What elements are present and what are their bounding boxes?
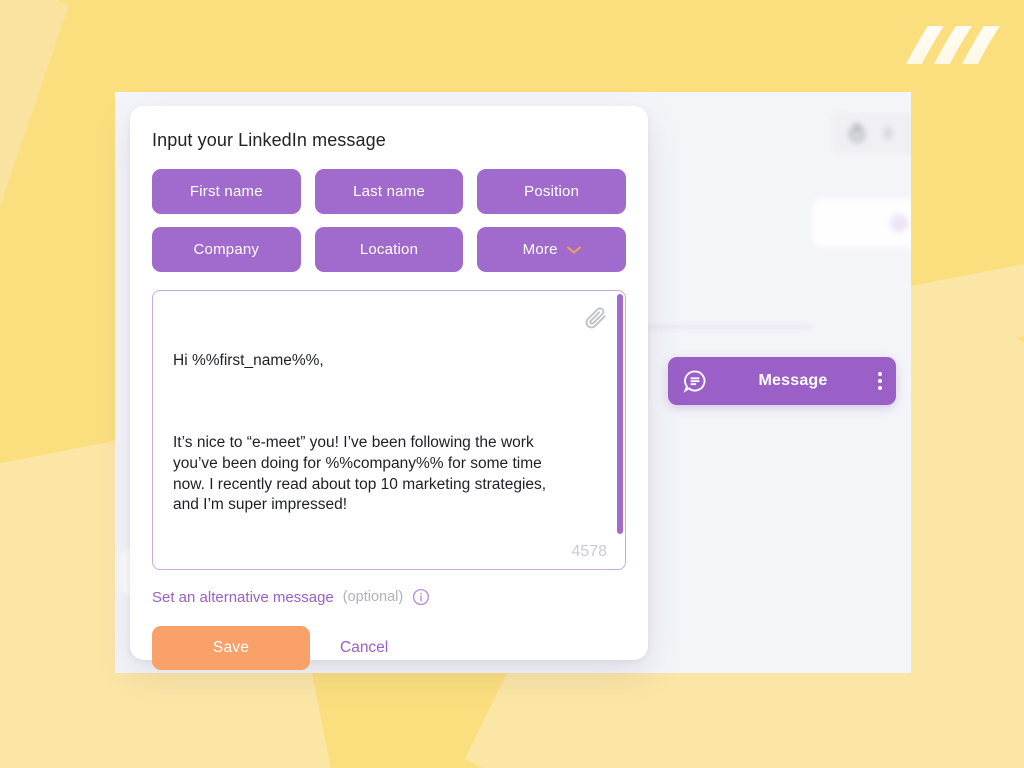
flow-node-message-label: Message <box>758 372 828 389</box>
variable-button-more[interactable]: More <box>477 227 626 272</box>
chevron-down-icon <box>566 246 581 253</box>
background-swoosh-left-outer <box>0 0 65 768</box>
info-icon[interactable] <box>412 588 430 606</box>
kebab-menu-icon[interactable] <box>878 372 882 390</box>
modal-footer: Save Cancel <box>152 626 626 670</box>
variable-button-last-name[interactable]: Last name <box>314 169 464 214</box>
flow-node-message[interactable]: Message <box>668 357 896 405</box>
eye-check-icon <box>891 215 907 231</box>
optional-label: (optional) <box>342 589 404 605</box>
variable-button-label: Last name <box>353 183 425 200</box>
flow-toolbar-timer-value: 3 <box>883 124 892 142</box>
cancel-button[interactable]: Cancel <box>336 633 392 663</box>
variable-button-company[interactable]: Company <box>152 227 301 272</box>
stopwatch-icon <box>849 124 865 142</box>
message-icon <box>683 370 706 393</box>
dripify-logo <box>906 26 1000 64</box>
message-textarea[interactable]: Hi %%first_name%%, It’s nice to “e-meet”… <box>153 291 625 569</box>
save-button[interactable]: Save <box>152 626 310 670</box>
set-alternative-message-link[interactable]: Set an alternative message <box>152 589 334 606</box>
variable-button-location[interactable]: Location <box>314 227 464 272</box>
variable-button-label: More <box>522 241 558 258</box>
message-paragraph: It’s nice to “e-meet” you! I’ve been fol… <box>173 433 551 514</box>
variable-button-first-name[interactable]: First name <box>152 169 301 214</box>
paperclip-icon[interactable] <box>583 305 609 331</box>
message-editor-modal: Input your LinkedIn message First name L… <box>130 106 648 670</box>
variable-button-position[interactable]: Position <box>477 169 626 214</box>
page-title: Input your LinkedIn message <box>152 130 386 150</box>
flow-connector-horizontal <box>643 326 813 328</box>
variable-button-grid: First name Last name Position Company Lo… <box>152 169 626 272</box>
message-paragraph: Hi %%first_name%%, <box>173 351 324 369</box>
variable-button-label: Location <box>359 241 419 258</box>
character-counter: 4578 <box>571 543 607 560</box>
variable-button-label: First name <box>189 183 263 200</box>
variable-button-label: Position <box>524 183 580 200</box>
screen: 3 If viewed No <box>0 0 1024 768</box>
background-swoosh-left-inner <box>0 0 70 768</box>
message-textarea-container[interactable]: Hi %%first_name%%, It’s nice to “e-meet”… <box>152 290 626 570</box>
flow-node-if-viewed[interactable]: If viewed <box>810 197 911 249</box>
textarea-scrollbar[interactable] <box>617 294 623 534</box>
flow-toolbar-timer[interactable]: 3 <box>831 112 911 154</box>
alternative-message-row: Set an alternative message (optional) <box>152 588 626 606</box>
variable-button-label: Company <box>193 241 260 258</box>
